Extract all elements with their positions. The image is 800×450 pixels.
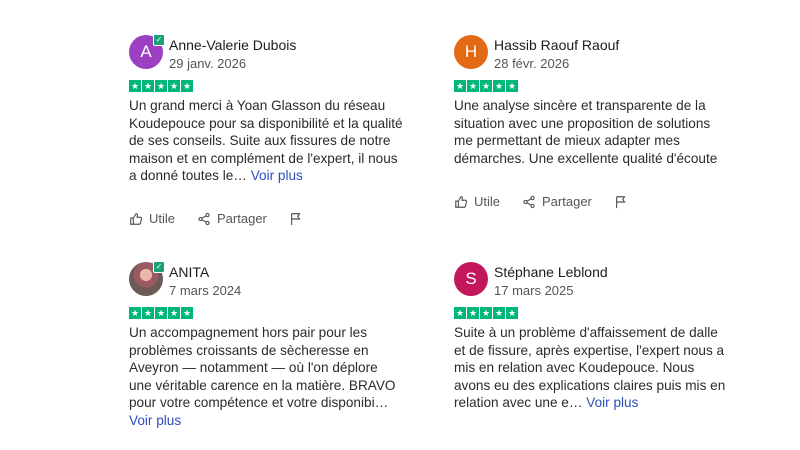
see-more-link[interactable]: Voir plus (129, 413, 181, 428)
useful-button[interactable]: Utile (454, 194, 500, 209)
report-button[interactable] (289, 212, 303, 226)
reviewer-name[interactable]: Anne-Valerie Dubois (169, 37, 296, 53)
review-date: 7 mars 2024 (169, 283, 242, 298)
star-rating: ★ ★ ★ ★ ★ (454, 80, 518, 92)
useful-label: Utile (149, 211, 176, 226)
star-icon: ★ (129, 80, 141, 92)
star-icon: ★ (142, 307, 154, 319)
review-actions: Utile Partager (454, 194, 650, 209)
review-body: Un accompagnement hors pair pour les pro… (129, 325, 396, 410)
review-actions: Utile Partager (129, 211, 325, 226)
share-label: Partager (542, 194, 592, 209)
review-date: 17 mars 2025 (494, 283, 574, 298)
star-icon: ★ (467, 80, 479, 92)
star-icon: ★ (181, 80, 193, 92)
review-text: Suite à un problème d'affaissement de da… (454, 324, 729, 412)
review-body: Une analyse sincère et transparente de l… (454, 98, 718, 166)
reviewer-name[interactable]: Hassib Raouf Raouf (494, 37, 619, 53)
share-label: Partager (217, 211, 267, 226)
share-icon (523, 195, 535, 208)
star-icon: ★ (181, 307, 193, 319)
reviewer-name[interactable]: Stéphane Leblond (494, 264, 608, 280)
review-text: Un accompagnement hors pair pour les pro… (129, 324, 404, 429)
star-icon: ★ (155, 80, 167, 92)
verified-badge-icon: ✓ (153, 261, 165, 273)
star-icon: ★ (506, 80, 518, 92)
star-rating: ★ ★ ★ ★ ★ (129, 307, 193, 319)
star-icon: ★ (480, 307, 492, 319)
thumbs-up-icon (455, 195, 468, 208)
share-icon (198, 212, 210, 225)
thumbs-up-icon (130, 212, 143, 225)
flag-icon (290, 212, 301, 225)
avatar[interactable]: H (454, 35, 488, 69)
share-button[interactable]: Partager (522, 194, 592, 209)
flag-icon (615, 195, 626, 208)
star-icon: ★ (454, 80, 466, 92)
review-text: Une analyse sincère et transparente de l… (454, 97, 729, 167)
star-rating: ★ ★ ★ ★ ★ (454, 307, 518, 319)
star-icon: ★ (506, 307, 518, 319)
avatar[interactable]: S (454, 262, 488, 296)
report-button[interactable] (614, 195, 628, 209)
star-rating: ★ ★ ★ ★ ★ (129, 80, 193, 92)
star-icon: ★ (467, 307, 479, 319)
star-icon: ★ (493, 307, 505, 319)
review-date: 29 janv. 2026 (169, 56, 247, 71)
review-text: Un grand merci à Yoan Glasson du réseau … (129, 97, 404, 185)
see-more-link[interactable]: Voir plus (586, 395, 638, 410)
star-icon: ★ (454, 307, 466, 319)
review-date: 28 févr. 2026 (494, 56, 570, 71)
reviewer-name[interactable]: ANITA (169, 264, 209, 280)
star-icon: ★ (168, 80, 180, 92)
star-icon: ★ (168, 307, 180, 319)
useful-label: Utile (474, 194, 501, 209)
star-icon: ★ (142, 80, 154, 92)
useful-button[interactable]: Utile (129, 211, 175, 226)
star-icon: ★ (129, 307, 141, 319)
verified-badge-icon: ✓ (153, 34, 165, 46)
see-more-link[interactable]: Voir plus (251, 168, 303, 183)
star-icon: ★ (155, 307, 167, 319)
star-icon: ★ (480, 80, 492, 92)
share-button[interactable]: Partager (197, 211, 267, 226)
star-icon: ★ (493, 80, 505, 92)
